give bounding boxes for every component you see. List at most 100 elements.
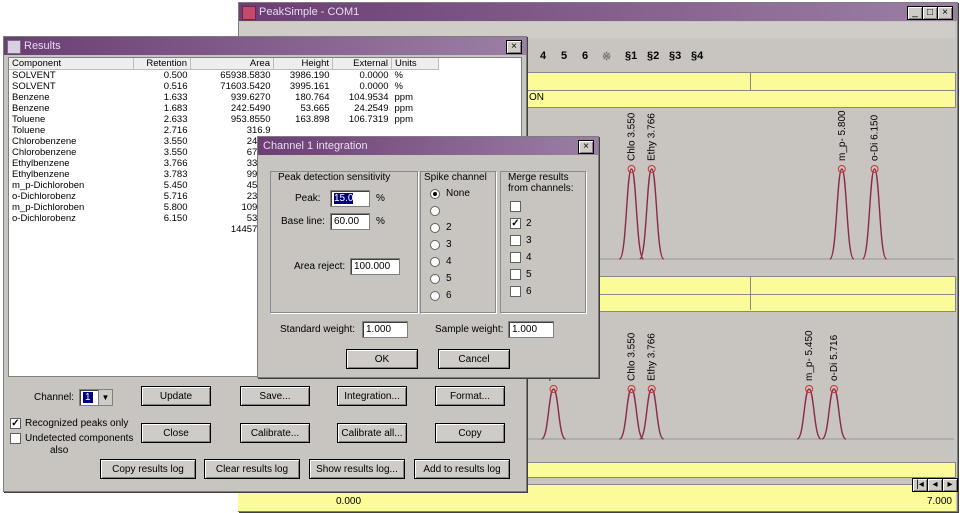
spike-radio-blank[interactable] [430,206,440,216]
copy-results-log-button[interactable]: Copy results log [100,459,196,479]
toolbar-seq-4[interactable]: §4 [691,50,703,62]
update-button[interactable]: Update [141,386,211,406]
spike-radio-None[interactable] [430,189,440,199]
peak-trace [796,388,822,440]
cell-retention: 5.800 [163,202,188,213]
channel-select[interactable]: 1 ▼ [79,389,113,406]
area-reject-input[interactable]: 100.000 [350,258,400,275]
format-button[interactable]: Format... [435,386,505,406]
cell-external: 104.9534 [348,92,389,103]
table-row[interactable]: Toluene 2.716 316.9 [9,125,439,136]
table-row[interactable]: Benzene 1.633 939.6270 180.764 104.9534 ppm [9,92,439,103]
table-row[interactable]: SOLVENT 0.516 71603.5420 3995.161 0.0000% [9,81,439,92]
cell-component: Chlorobenzene [12,147,77,158]
toolbar-channel-4[interactable]: 4 [540,50,546,62]
clear-results-log-button[interactable]: Clear results log [204,459,300,479]
copy-button[interactable]: Copy [435,423,505,443]
merge-checkbox-3[interactable] [510,235,521,246]
top-panel-header [524,72,956,92]
spike-radio-5[interactable] [430,274,440,284]
merge-checkbox-blank[interactable] [510,201,521,212]
merge-checkbox-5[interactable] [510,269,521,280]
cell-component: m_p-Dichloroben [12,180,85,191]
calibrate-button[interactable]: Calibrate... [240,423,310,443]
ok-button[interactable]: OK [346,349,418,369]
spike-radio-label: 2 [446,222,452,233]
undetected-components-label: Undetected components [25,433,134,444]
integration-button[interactable]: Integration... [337,386,407,406]
cancel-button[interactable]: Cancel [438,349,510,369]
merge-checkbox-6[interactable] [510,286,521,297]
cell-units: ppm [394,114,413,125]
toolbar-grid-icon[interactable]: ※ [602,50,611,63]
peak-label: Peak: [295,193,321,204]
integration-close-x-button[interactable]: × [578,140,594,154]
peak-input[interactable]: 15.0 [330,190,370,207]
cell-area: 71603.5420 [220,81,271,92]
calibrate-all-button[interactable]: Calibrate all... [337,423,407,443]
window-close-button[interactable]: × [937,6,953,20]
cell-retention: 3.550 [163,136,188,147]
column-header-height[interactable]: Height [273,58,333,70]
scroll-left-end-icon[interactable]: |◂ [912,478,928,492]
peak-trace [540,388,567,440]
standard-weight-input[interactable]: 1.000 [362,321,408,338]
merge-checkbox-2[interactable]: ✓ [510,218,521,229]
peak-label: o-Di 6.150 [870,114,881,161]
table-row[interactable]: Benzene 1.683 242.5490 53.665 24.2549 ppm [9,103,439,114]
cell-height: 163.898 [295,114,330,125]
recognized-peaks-checkbox[interactable]: ✓ [10,418,21,429]
cell-retention: 5.716 [163,191,188,202]
cell-component: Ethylbenzene [12,158,70,169]
app-icon [242,6,256,20]
cell-units: ppm [394,92,413,103]
undetected-components-checkbox[interactable] [10,433,21,444]
table-row[interactable]: SOLVENT 0.500 65938.5830 3986.190 0.0000% [9,70,439,82]
close-button[interactable]: Close [141,423,211,443]
results-window-icon [7,40,21,54]
chevron-down-icon[interactable]: ▼ [98,390,112,405]
add-to-results-log-button[interactable]: Add to results log [414,459,510,479]
results-close-x-button[interactable]: × [506,40,522,54]
cell-height: 3986.190 [289,70,330,81]
results-titlebar: Results [4,37,526,55]
toolbar-seq-1[interactable]: §1 [625,50,637,62]
cell-retention: 1.633 [163,92,188,103]
spike-radio-3[interactable] [430,240,440,250]
maximize-button[interactable]: □ [922,6,938,20]
cell-units: % [394,70,403,81]
scroll-left-icon[interactable]: ◂ [927,478,943,492]
cell-retention: 0.500 [163,70,188,81]
spike-radio-6[interactable] [430,291,440,301]
baseline-percent-label: % [376,216,385,227]
baseline-input[interactable]: 60.00 [330,213,370,230]
spike-radio-2[interactable] [430,223,440,233]
column-header-area[interactable]: Area [190,58,274,70]
scroll-right-icon[interactable]: ▸ [942,478,958,492]
cell-retention: 6.150 [163,213,188,224]
table-row[interactable]: Toluene 2.633 953.8550 163.898 106.7319 ppm [9,114,439,125]
toolbar-channel-6[interactable]: 6 [582,50,588,62]
peak-label: m_p- 5.800 [837,110,848,161]
minimize-button[interactable]: _ [907,6,923,20]
sample-weight-input[interactable]: 1.000 [508,321,554,338]
spike-radio-label: 3 [446,239,452,250]
merge-results-title: Merge results [508,172,569,183]
merge-checkbox-4[interactable] [510,252,521,263]
cell-component: Benzene [12,92,50,103]
show-results-log-button[interactable]: Show results log... [309,459,405,479]
channel-label: Channel: [34,392,75,403]
column-header-retention[interactable]: Retention [133,58,191,70]
column-header-external[interactable]: External [332,58,392,70]
channel-value: 1 [83,392,93,403]
main-titlebar: PeakSimple - COM1 [239,3,957,21]
column-header-units[interactable]: Units [391,58,439,70]
toolbar-channel-5[interactable]: 5 [561,50,567,62]
bottom-lower-strip [524,462,956,478]
toolbar-seq-2[interactable]: §2 [647,50,659,62]
toolbar-seq-3[interactable]: §3 [669,50,681,62]
spike-radio-4[interactable] [430,257,440,267]
save-button[interactable]: Save... [240,386,310,406]
merge-results-title-2: from channels: [508,183,574,194]
column-header-component[interactable]: Component [9,58,134,70]
